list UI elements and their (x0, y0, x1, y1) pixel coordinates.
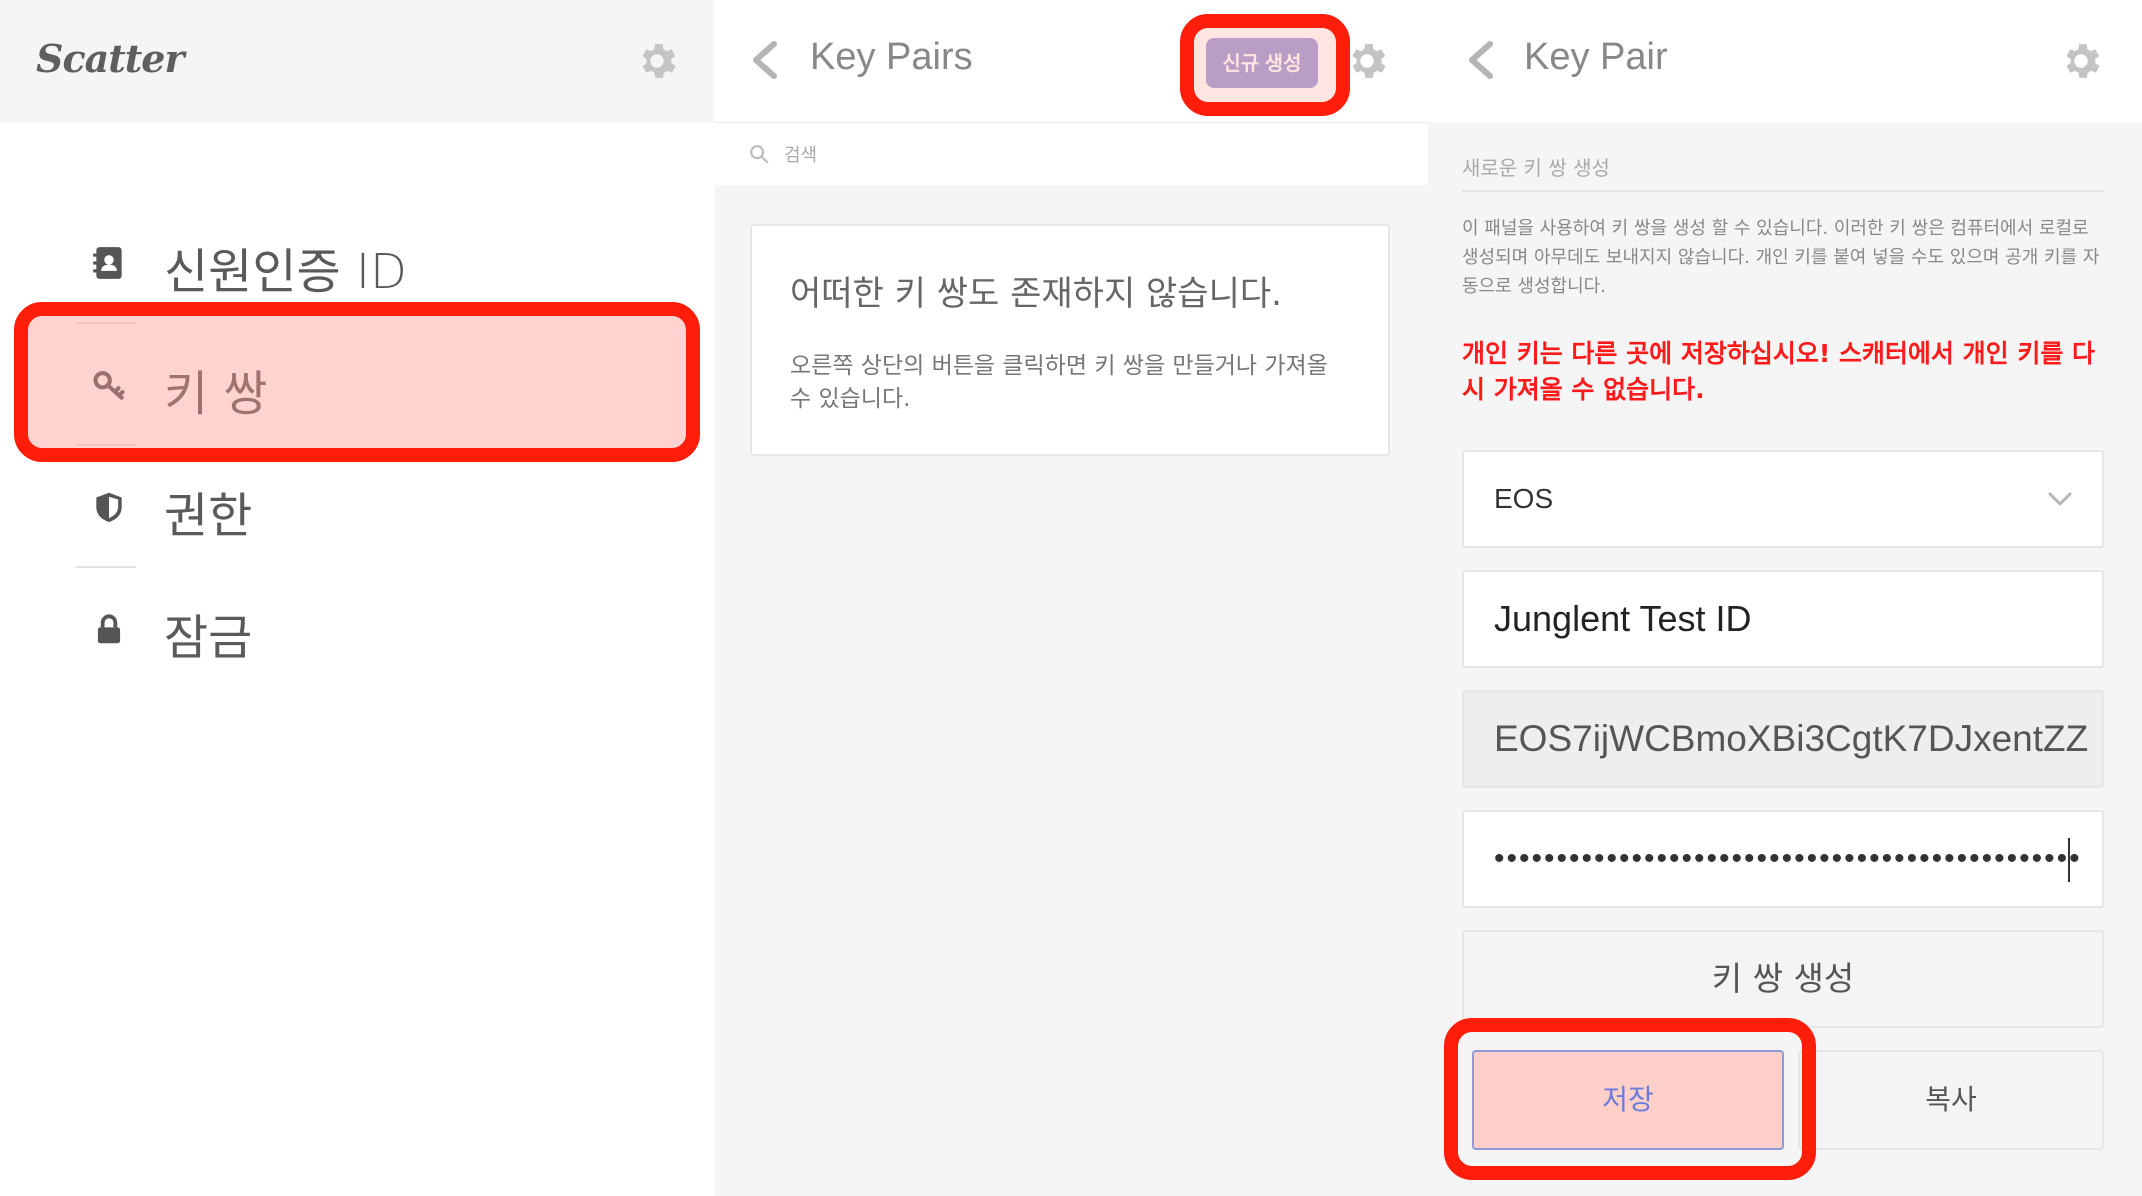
contact-book-icon (90, 244, 128, 282)
sidebar-panel: Scatter 신원인증 ID 키 쌍 권한 잠금 (0, 0, 714, 1196)
copy-button[interactable]: 복사 (1798, 1050, 2104, 1150)
keypair-name-field[interactable]: Junglent Test ID (1462, 570, 2104, 668)
page-title: Key Pairs (810, 36, 973, 78)
keypair-form-panel: Key Pair 새로운 키 쌍 생성 이 패널을 사용하여 키 쌍을 생성 할… (1428, 0, 2142, 1196)
gear-icon[interactable] (2058, 38, 2104, 84)
generate-keypair-button[interactable]: 키 쌍 생성 (1462, 930, 2104, 1028)
section-title: 새로운 키 쌍 생성 (1462, 156, 1610, 180)
private-key-field[interactable]: ••••••••••••••••••••••••••••••••••••••••… (1462, 810, 2104, 908)
gear-icon[interactable] (1344, 38, 1390, 84)
search-icon (748, 143, 770, 165)
empty-state-title: 어떠한 키 쌍도 존재하지 않습니다. (790, 274, 1282, 314)
divider (1462, 190, 2104, 192)
sidebar-item-label: 신원인증 ID (164, 244, 408, 300)
public-key-field[interactable]: EOS7ijWCBmoXBi3CgtK7DJxentZZ (1462, 690, 2104, 788)
highlight-new-button (1180, 14, 1350, 116)
back-chevron-icon[interactable] (750, 40, 780, 80)
lock-icon (90, 610, 128, 648)
sidebar-item-permissions[interactable]: 권한 (76, 446, 676, 568)
search-input[interactable] (782, 137, 1186, 173)
sidebar-item-label: 잠금 (164, 610, 253, 666)
description-text: 이 패널을 사용하여 키 쌍을 생성 할 수 있습니다. 이러한 키 쌍은 컴퓨… (1462, 218, 2100, 297)
keypair-name-value: Junglent Test ID (1494, 598, 1752, 639)
empty-state-card: 어떠한 키 쌍도 존재하지 않습니다. 오른쪽 상단의 버튼을 클릭하면 키 쌍… (750, 224, 1390, 456)
search-bar (714, 122, 1428, 185)
chevron-down-icon (2046, 488, 2074, 510)
public-key-value: EOS7ijWCBmoXBi3CgtK7DJxentZZ (1494, 718, 2089, 759)
back-chevron-icon[interactable] (1466, 40, 1496, 80)
shield-icon (90, 488, 128, 526)
sidebar-header: Scatter (0, 0, 714, 122)
private-key-value: ••••••••••••••••••••••••••••••••••••••••… (1494, 842, 2082, 875)
scatter-logo: Scatter (36, 36, 185, 81)
gear-icon[interactable] (634, 38, 680, 84)
page-title: Key Pair (1524, 36, 1668, 78)
sidebar-item-lock[interactable]: 잠금 (76, 568, 676, 690)
warning-text: 개인 키는 다른 곳에 저장하십시오! 스캐터에서 개인 키를 다시 가져올 수… (1462, 339, 2096, 404)
highlight-keypair-item (14, 302, 700, 462)
empty-state-text: 오른쪽 상단의 버튼을 클릭하면 키 쌍을 만들거나 가져올 수 있습니다. (790, 353, 1328, 412)
highlight-save-button (1444, 1018, 1816, 1180)
keypairs-panel: Key Pairs 신규 생성 어떠한 키 쌍도 존재하지 않습니다. 오른쪽 … (714, 0, 1428, 1196)
text-cursor (2068, 838, 2070, 882)
sidebar-item-label: 권한 (164, 488, 253, 544)
keypair-header: Key Pair (1428, 0, 2142, 122)
blockchain-select[interactable]: EOS (1462, 450, 2104, 548)
blockchain-value: EOS (1494, 483, 1554, 514)
